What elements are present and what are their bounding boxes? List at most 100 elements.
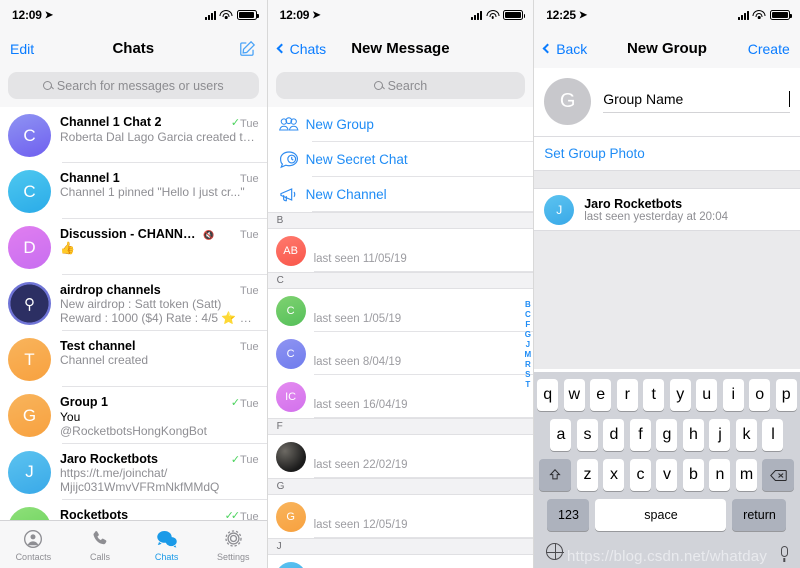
globe-icon[interactable] [545, 542, 564, 561]
chat-meta: ✓ Tue [227, 398, 259, 410]
index-letter[interactable]: F [525, 320, 530, 329]
chat-preview: Channel 1 pinned "Hello I just cr..." [60, 185, 245, 199]
back-button-chats[interactable]: Chats [276, 41, 326, 57]
tab-calls[interactable]: Calls [67, 528, 134, 562]
index-letter[interactable]: J [526, 340, 530, 349]
cellular-signal-icon [737, 10, 749, 20]
list-item[interactable]: IC last seen 16/04/19 [267, 375, 534, 418]
index-letter[interactable]: G [525, 330, 531, 339]
keyboard-footer [534, 539, 800, 561]
key-t[interactable]: t [643, 379, 665, 411]
battery-icon [769, 10, 792, 20]
index-letter[interactable]: B [525, 300, 531, 309]
group-avatar[interactable]: G [544, 78, 592, 125]
section-spacer [534, 171, 800, 189]
avatar-initial: J [556, 203, 563, 217]
compose-icon[interactable] [238, 39, 257, 58]
avatar-initial: IC [285, 390, 297, 403]
key-u[interactable]: u [696, 379, 718, 411]
backspace-icon [770, 469, 787, 481]
list-item[interactable]: AB last seen 11/05/19 [267, 229, 534, 272]
index-letter[interactable]: C [525, 310, 531, 319]
key-e[interactable]: e [590, 379, 612, 411]
table-row[interactable]: D Discussion - CHANNEL 1 🔇 Tue 👍 [0, 219, 267, 275]
backspace-key[interactable] [762, 459, 795, 491]
key-b[interactable]: b [682, 459, 704, 491]
tab-contacts[interactable]: Contacts [0, 528, 67, 562]
location-arrow-icon: ➤ [312, 9, 321, 21]
index-letter[interactable]: T [525, 380, 530, 389]
key-k[interactable]: k [735, 419, 757, 451]
table-row[interactable]: J Jaro Rocketbots ✓ Tue https://t.me/joi… [0, 444, 267, 501]
create-button[interactable]: Create [748, 41, 790, 57]
list-item[interactable]: C last seen 8/04/19 [267, 332, 534, 375]
set-group-photo-button[interactable]: Set Group Photo [534, 137, 800, 171]
key-c[interactable]: c [629, 459, 651, 491]
wifi-icon [752, 10, 766, 20]
back-button[interactable]: Back [542, 41, 587, 57]
tab-bar[interactable]: Contacts Calls Chats Settings [0, 520, 267, 568]
key-h[interactable]: h [682, 419, 704, 451]
search-input[interactable]: Search for messages or users [8, 72, 259, 99]
index-letter[interactable]: S [525, 370, 530, 379]
onscreen-keyboard[interactable]: q w e r t y u i o p a s d f g h j k l z … [534, 372, 800, 568]
key-i[interactable]: i [722, 379, 744, 411]
tab-settings[interactable]: Settings [200, 528, 267, 562]
key-g[interactable]: g [656, 419, 678, 451]
key-w[interactable]: w [563, 379, 585, 411]
return-key[interactable]: return [732, 499, 787, 531]
table-row[interactable]: T Test channel Tue Channel created [0, 331, 267, 387]
index-letter[interactable]: M [525, 350, 532, 359]
space-key[interactable]: space [595, 499, 727, 531]
shift-key[interactable] [539, 459, 572, 491]
group-name-input[interactable] [603, 90, 790, 107]
key-z[interactable]: z [576, 459, 598, 491]
key-v[interactable]: v [656, 459, 678, 491]
chat-title-row: Channel 1 Chat 2 ✓ Tue [60, 115, 259, 130]
key-f[interactable]: f [629, 419, 651, 451]
table-row[interactable]: ⚲ airdrop channels Tue New airdrop : Sat… [0, 275, 267, 331]
key-d[interactable]: d [603, 419, 625, 451]
menu-item-label: New Secret Chat [305, 152, 408, 167]
menu-item-new-group[interactable]: New Group [267, 107, 534, 142]
list-item[interactable]: G last seen 12/05/19 [267, 495, 534, 538]
contact-status: last seen 16/04/19 [313, 399, 408, 411]
menu-item-new-channel[interactable]: New Channel [267, 177, 534, 212]
search-input[interactable]: Search [275, 72, 526, 99]
status-time: 12:25 [546, 8, 576, 22]
table-row[interactable]: G Group 1 ✓ Tue You @RocketbotsHongKongB… [0, 387, 267, 444]
microphone-icon[interactable] [780, 546, 788, 557]
key-n[interactable]: n [709, 459, 731, 491]
chevron-left-icon [542, 43, 553, 54]
avatar-initial: G [22, 405, 37, 425]
alphabet-index[interactable]: B C F G J M R S T [525, 300, 532, 389]
chat-list[interactable]: C Channel 1 Chat 2 ✓ Tue Roberta Dal Lag… [0, 107, 267, 556]
key-a[interactable]: a [550, 419, 572, 451]
key-j[interactable]: j [709, 419, 731, 451]
list-item[interactable]: J Jaro Rocketbots last seen yesterday at… [534, 189, 800, 231]
key-x[interactable]: x [603, 459, 625, 491]
numbers-key[interactable]: 123 [547, 499, 590, 531]
wifi-icon [219, 10, 233, 20]
key-l[interactable]: l [762, 419, 784, 451]
key-p[interactable]: p [775, 379, 797, 411]
list-item[interactable]: last seen 22/02/19 [267, 435, 534, 478]
key-s[interactable]: s [576, 419, 598, 451]
chat-preview-line2: Reward : 1000 ($4) Rate : 4/5 ⭐ ⭐... [60, 311, 259, 325]
chat-preview-line2: @RocketbotsHongKongBot [60, 423, 207, 438]
key-r[interactable]: r [616, 379, 638, 411]
key-y[interactable]: y [669, 379, 691, 411]
tab-chats[interactable]: Chats [133, 528, 200, 562]
table-row[interactable]: C Channel 1 Tue Channel 1 pinned "Hello … [0, 163, 267, 219]
list-item[interactable]: C last seen 1/05/19 [267, 289, 534, 332]
key-q[interactable]: q [537, 379, 559, 411]
index-letter[interactable]: R [525, 360, 531, 369]
key-o[interactable]: o [749, 379, 771, 411]
group-name-field-wrap[interactable] [603, 90, 790, 113]
list-item[interactable]: J last seen yesterday at 20:04 [267, 555, 534, 568]
section-header: B [267, 212, 534, 229]
edit-button[interactable]: Edit [10, 41, 34, 57]
key-m[interactable]: m [735, 459, 757, 491]
menu-item-new-secret-chat[interactable]: New Secret Chat [267, 142, 534, 177]
table-row[interactable]: C Channel 1 Chat 2 ✓ Tue Roberta Dal Lag… [0, 107, 267, 163]
